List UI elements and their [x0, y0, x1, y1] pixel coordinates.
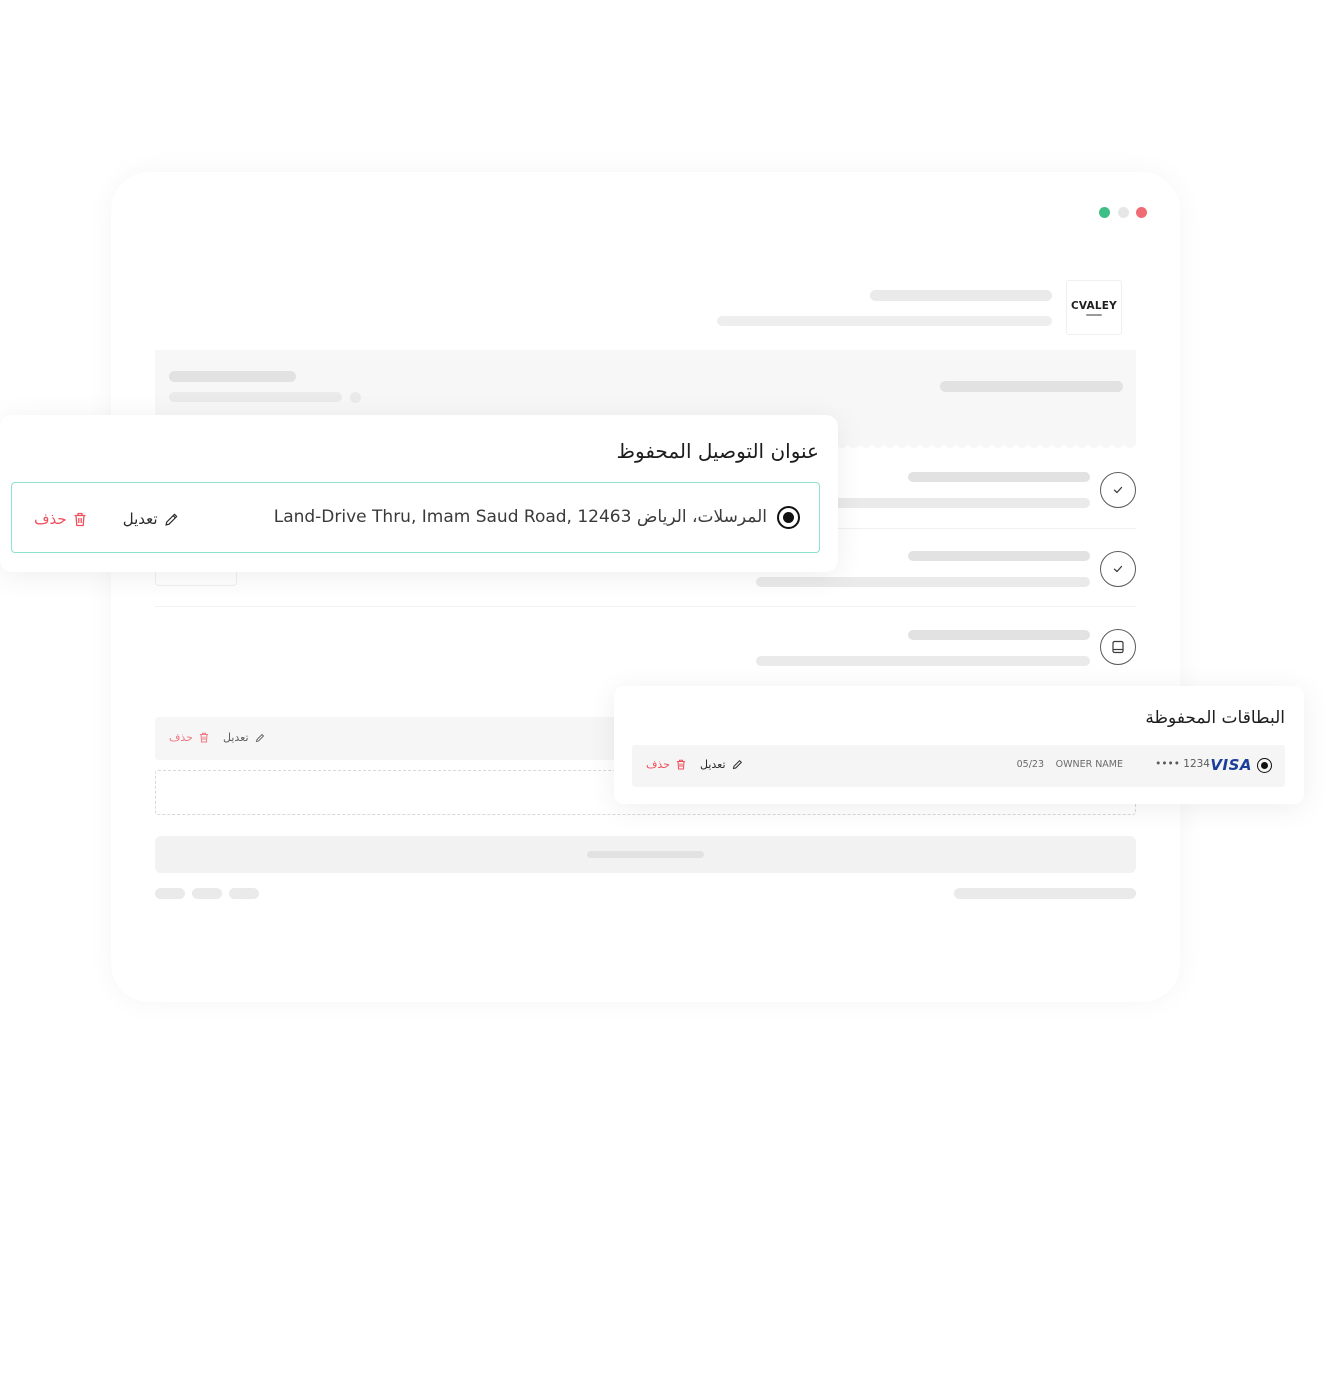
saved-address-title: عنوان التوصيل المحفوظ	[616, 439, 819, 463]
trash-icon	[676, 759, 685, 770]
summary-total-placeholder	[940, 381, 1123, 392]
header-subtitle-placeholder	[717, 316, 1052, 326]
pencil-icon	[732, 759, 742, 770]
store-logo: CVALEY	[1066, 280, 1122, 335]
saved-address-option[interactable]: المرسلات، الرياض Land-Drive Thru, Imam S…	[11, 482, 820, 553]
step-3-status	[1100, 629, 1136, 665]
check-icon	[1113, 486, 1123, 494]
window-red-dot[interactable]	[1136, 207, 1147, 218]
pencil-icon	[164, 513, 177, 526]
delete-card-button[interactable]: حذف	[646, 758, 686, 771]
store-logo-text: CVALEY	[1071, 299, 1117, 312]
confirm-order-button[interactable]	[155, 836, 1136, 873]
background-delete-label: حذف	[169, 731, 193, 744]
footer-text-placeholder	[954, 888, 1136, 899]
background-edit-button[interactable]: تعديل	[223, 731, 265, 744]
card-expiry: 05/23	[1016, 759, 1044, 770]
delete-address-button[interactable]: حذف	[34, 510, 87, 528]
step-1-title-placeholder	[908, 472, 1090, 482]
step-divider	[155, 606, 1136, 607]
delete-card-label: حذف	[646, 758, 670, 771]
edit-address-button[interactable]: تعديل	[123, 510, 179, 528]
tablet-icon	[1112, 640, 1124, 654]
background-delete-button[interactable]: حذف	[169, 731, 209, 744]
summary-title-placeholder	[169, 371, 296, 382]
store-logo-tagline	[1086, 313, 1102, 316]
card-owner-name: OWNER NAME	[1055, 759, 1123, 770]
saved-address-card: عنوان التوصيل المحفوظ المرسلات، الرياض L…	[0, 415, 838, 572]
visa-logo: VISA	[1210, 756, 1252, 774]
saved-card-option[interactable]: VISA •••• 1234 OWNER NAME 05/23 حذف تعدي…	[632, 745, 1285, 787]
stage: CVALEY حذف تعديل عنوان التوصيل المحفوظ ا…	[0, 0, 1344, 1386]
footer-pill-2	[192, 888, 222, 899]
address-actions: حذف تعديل	[34, 510, 179, 528]
step-2-subtitle-placeholder	[756, 577, 1090, 587]
window-green-dot[interactable]	[1099, 207, 1110, 218]
summary-subtitle-placeholder	[169, 392, 342, 402]
confirm-order-label-placeholder	[587, 851, 704, 858]
background-row-actions: حذف تعديل	[169, 731, 265, 744]
card-radio-selected[interactable]	[1257, 758, 1272, 773]
step-3-title-placeholder	[908, 630, 1090, 640]
step-2-title-placeholder	[908, 551, 1090, 561]
header-title-placeholder	[870, 290, 1052, 301]
trash-icon	[199, 732, 208, 743]
window-gray-dot[interactable]	[1118, 207, 1129, 218]
address-radio-selected[interactable]	[777, 506, 800, 529]
edit-card-label: تعديل	[699, 758, 726, 771]
card-number: •••• 1234	[1155, 758, 1210, 770]
step-1-status	[1100, 472, 1136, 508]
address-text: المرسلات، الرياض Land-Drive Thru, Imam S…	[273, 507, 767, 527]
edit-card-button[interactable]: تعديل	[700, 758, 743, 771]
saved-cards-title: البطاقات المحفوظة	[1145, 708, 1285, 728]
pencil-icon	[255, 733, 264, 742]
footer-pill-1	[155, 888, 185, 899]
background-edit-label: تعديل	[222, 731, 249, 744]
check-icon	[1113, 565, 1123, 573]
card-actions: حذف تعديل	[646, 758, 743, 771]
summary-dot-placeholder	[350, 392, 361, 403]
step-2-status	[1100, 551, 1136, 587]
edit-address-label: تعديل	[122, 510, 158, 528]
delete-address-label: حذف	[34, 510, 67, 528]
footer-pill-3	[229, 888, 259, 899]
trash-icon	[74, 512, 86, 526]
saved-cards-card: البطاقات المحفوظة VISA •••• 1234 OWNER N…	[614, 686, 1304, 804]
checkout-window: CVALEY حذف تعديل	[111, 172, 1180, 1002]
step-3-subtitle-placeholder	[756, 656, 1090, 666]
